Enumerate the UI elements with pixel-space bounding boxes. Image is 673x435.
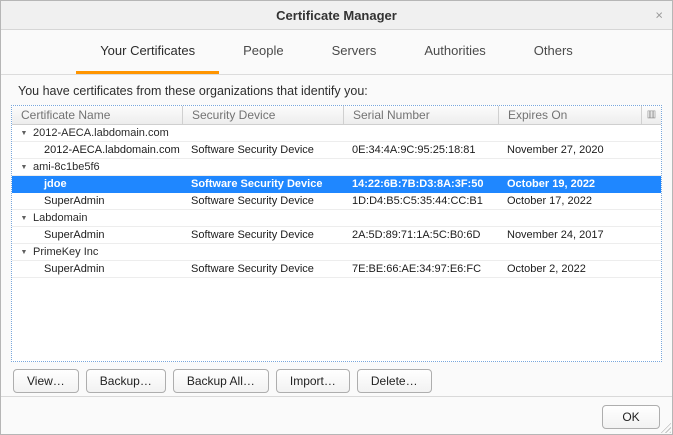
expand-triangle-icon[interactable]: ▼ bbox=[18, 245, 30, 260]
cell-empty bbox=[498, 159, 641, 175]
cell-expires-on: November 24, 2017 bbox=[498, 227, 641, 243]
cell-serial-number: 1D:D4:B5:C5:35:44:CC:B1 bbox=[343, 193, 498, 209]
tab-servers[interactable]: Servers bbox=[308, 30, 401, 74]
cell-empty bbox=[182, 125, 343, 141]
expand-triangle-icon[interactable]: ▼ bbox=[18, 160, 30, 175]
cell-empty bbox=[182, 244, 343, 260]
column-picker-icon[interactable]: ▥ bbox=[641, 106, 661, 124]
column-header-expires-on[interactable]: Expires On bbox=[498, 106, 641, 124]
cell-empty bbox=[641, 210, 661, 226]
cell-empty bbox=[343, 125, 498, 141]
cell-security-device: Software Security Device bbox=[182, 261, 343, 277]
group-row-primekey-inc[interactable]: ▼PrimeKey Inc bbox=[12, 244, 661, 261]
backup-all-button[interactable]: Backup All… bbox=[173, 369, 269, 393]
certificate-row-jdoe[interactable]: jdoeSoftware Security Device14:22:6B:7B:… bbox=[12, 176, 661, 193]
cell-empty bbox=[182, 159, 343, 175]
cell-certificate-name: SuperAdmin bbox=[12, 261, 182, 277]
cell-security-device: Software Security Device bbox=[182, 176, 343, 192]
cell-certificate-name: SuperAdmin bbox=[12, 227, 182, 243]
cell-empty bbox=[498, 244, 641, 260]
expand-triangle-icon[interactable]: ▼ bbox=[18, 126, 30, 141]
cell-picker-spacer bbox=[641, 142, 661, 158]
cell-expires-on: October 19, 2022 bbox=[498, 176, 641, 192]
view-button[interactable]: View… bbox=[13, 369, 79, 393]
cell-empty bbox=[641, 159, 661, 175]
column-header-serial-number[interactable]: Serial Number bbox=[343, 106, 498, 124]
column-header-security-device[interactable]: Security Device bbox=[182, 106, 343, 124]
cell-certificate-name: SuperAdmin bbox=[12, 193, 182, 209]
ok-button[interactable]: OK bbox=[602, 405, 660, 429]
delete-button[interactable]: Delete… bbox=[357, 369, 432, 393]
cell-empty bbox=[343, 210, 498, 226]
tab-your-certificates[interactable]: Your Certificates bbox=[76, 30, 219, 74]
cell-empty bbox=[343, 159, 498, 175]
cell-security-device: Software Security Device bbox=[182, 227, 343, 243]
cell-serial-number: 0E:34:4A:9C:95:25:18:81 bbox=[343, 142, 498, 158]
table-body: ▼2012-AECA.labdomain.com2012-AECA.labdom… bbox=[12, 125, 661, 361]
group-name: ami-8c1be5f6 bbox=[33, 161, 100, 173]
group-name: 2012-AECA.labdomain.com bbox=[33, 127, 169, 139]
cell-serial-number: 2A:5D:89:71:1A:5C:B0:6D bbox=[343, 227, 498, 243]
column-header-certificate-name[interactable]: Certificate Name bbox=[12, 106, 182, 124]
cell-certificate-name: ▼Labdomain bbox=[12, 210, 182, 226]
cell-security-device: Software Security Device bbox=[182, 142, 343, 158]
intro-text: You have certificates from these organiz… bbox=[1, 75, 672, 105]
import-button[interactable]: Import… bbox=[276, 369, 350, 393]
cell-serial-number: 14:22:6B:7B:D3:8A:3F:50 bbox=[343, 176, 498, 192]
cell-empty bbox=[641, 125, 661, 141]
tab-authorities[interactable]: Authorities bbox=[400, 30, 509, 74]
group-row-labdomain[interactable]: ▼Labdomain bbox=[12, 210, 661, 227]
certificate-row-2012-aeca-labdomain-com[interactable]: 2012-AECA.labdomain.comSoftware Security… bbox=[12, 142, 661, 159]
close-icon[interactable]: × bbox=[655, 9, 663, 22]
cell-expires-on: October 2, 2022 bbox=[498, 261, 641, 277]
tab-others[interactable]: Others bbox=[510, 30, 597, 74]
cell-empty bbox=[498, 125, 641, 141]
group-name: Labdomain bbox=[33, 212, 87, 224]
group-row-2012-aeca-labdomain-com[interactable]: ▼2012-AECA.labdomain.com bbox=[12, 125, 661, 142]
cell-picker-spacer bbox=[641, 193, 661, 209]
cell-picker-spacer bbox=[641, 227, 661, 243]
cell-security-device: Software Security Device bbox=[182, 193, 343, 209]
cell-expires-on: November 27, 2020 bbox=[498, 142, 641, 158]
group-name: PrimeKey Inc bbox=[33, 246, 98, 258]
cell-empty bbox=[343, 244, 498, 260]
cell-picker-spacer bbox=[641, 176, 661, 192]
cell-certificate-name: jdoe bbox=[12, 176, 182, 192]
backup-button[interactable]: Backup… bbox=[86, 369, 166, 393]
cell-certificate-name: ▼PrimeKey Inc bbox=[12, 244, 182, 260]
tab-people[interactable]: People bbox=[219, 30, 307, 74]
cell-picker-spacer bbox=[641, 261, 661, 277]
titlebar: Certificate Manager × bbox=[1, 1, 672, 30]
cell-certificate-name: ▼2012-AECA.labdomain.com bbox=[12, 125, 182, 141]
group-row-ami-8c1be5f6[interactable]: ▼ami-8c1be5f6 bbox=[12, 159, 661, 176]
expand-triangle-icon[interactable]: ▼ bbox=[18, 211, 30, 226]
table-header: Certificate NameSecurity DeviceSerial Nu… bbox=[12, 106, 661, 125]
cell-serial-number: 7E:BE:66:AE:34:97:E6:FC bbox=[343, 261, 498, 277]
window-title: Certificate Manager bbox=[276, 8, 397, 23]
certificate-row-superadmin[interactable]: SuperAdminSoftware Security Device7E:BE:… bbox=[12, 261, 661, 278]
certificate-manager-dialog: Certificate Manager × Your CertificatesP… bbox=[0, 0, 673, 435]
action-buttons: View… Backup… Backup All… Import… Delete… bbox=[1, 362, 672, 393]
cell-expires-on: October 17, 2022 bbox=[498, 193, 641, 209]
certificate-row-superadmin[interactable]: SuperAdminSoftware Security Device1D:D4:… bbox=[12, 193, 661, 210]
cell-empty bbox=[498, 210, 641, 226]
tab-strip: Your CertificatesPeopleServersAuthoritie… bbox=[1, 30, 672, 75]
certificate-row-superadmin[interactable]: SuperAdminSoftware Security Device2A:5D:… bbox=[12, 227, 661, 244]
cell-empty bbox=[182, 210, 343, 226]
cell-certificate-name: ▼ami-8c1be5f6 bbox=[12, 159, 182, 175]
cell-empty bbox=[641, 244, 661, 260]
certificates-table: Certificate NameSecurity DeviceSerial Nu… bbox=[11, 105, 662, 362]
cell-certificate-name: 2012-AECA.labdomain.com bbox=[12, 142, 182, 158]
footer: OK bbox=[1, 397, 672, 429]
